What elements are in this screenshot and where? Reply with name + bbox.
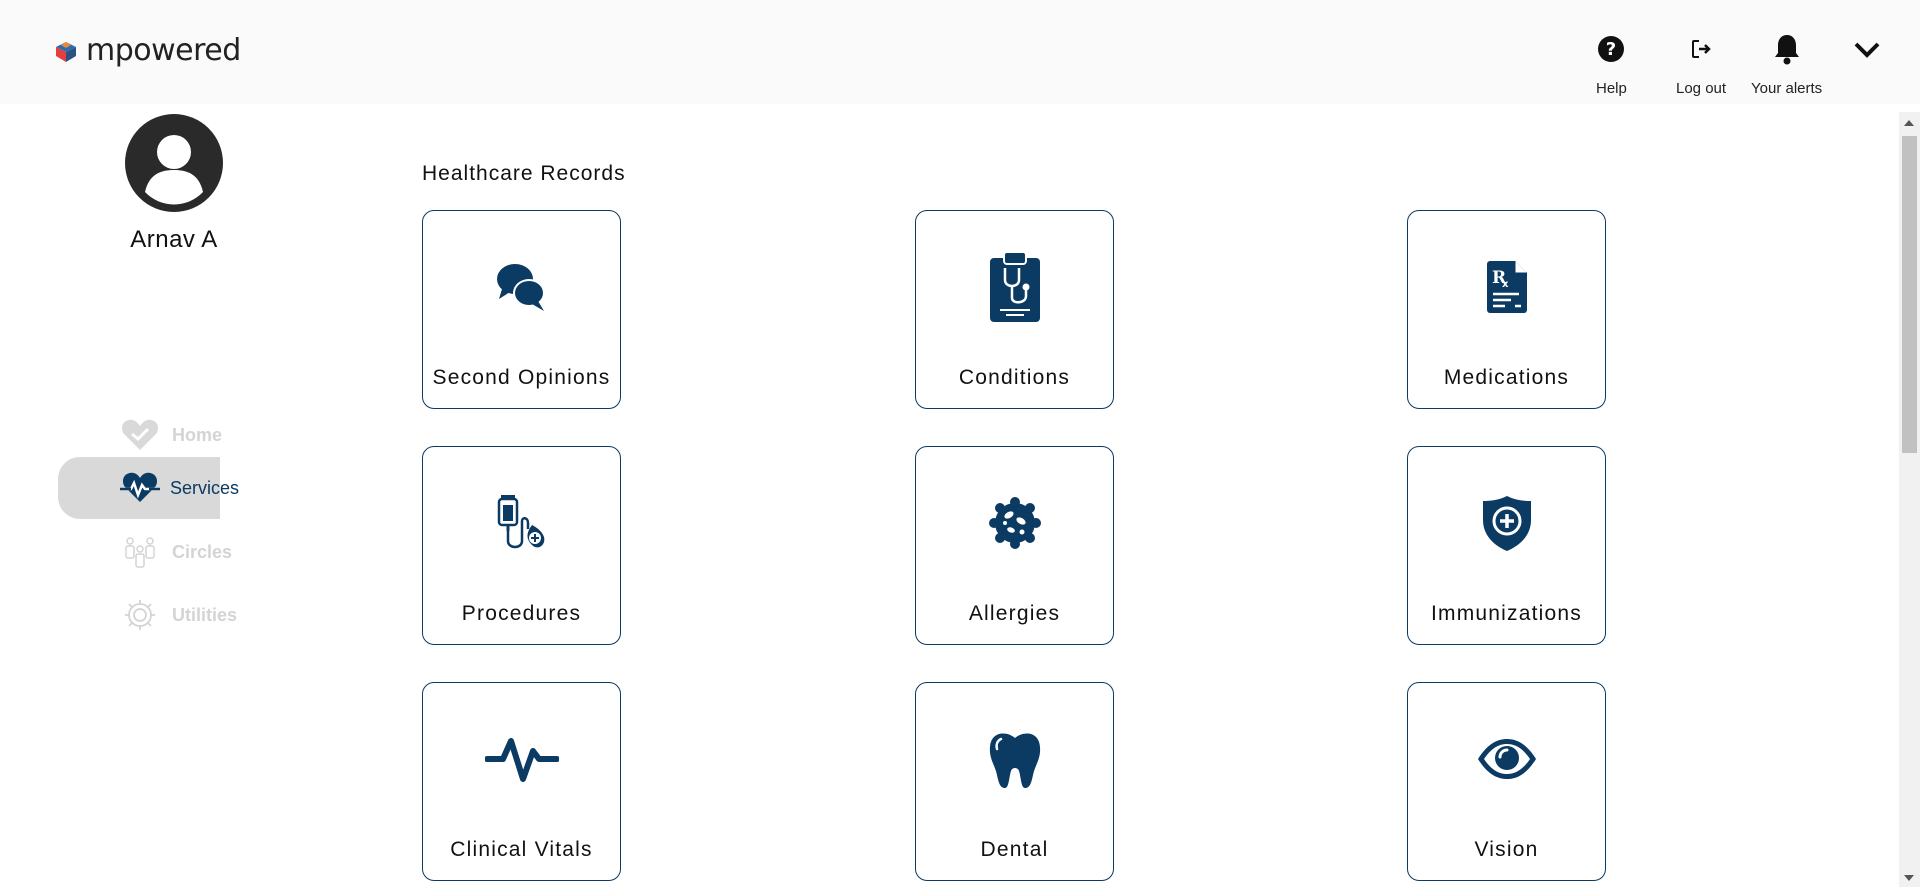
card-medications[interactable]: R x Medications <box>1407 210 1606 409</box>
card-dental[interactable]: Dental <box>915 682 1114 881</box>
card-clinical-vitals[interactable]: Clinical Vitals <box>422 682 621 881</box>
people-icon <box>120 534 160 570</box>
card-label: Dental <box>980 838 1049 861</box>
logout-icon <box>1692 40 1711 58</box>
sidebar-item-utilities[interactable]: Utilities <box>58 584 237 646</box>
card-vision[interactable]: Vision <box>1407 682 1606 881</box>
sidebar-item-services[interactable]: Services <box>58 457 239 519</box>
logout-button[interactable]: Log out <box>1676 34 1726 97</box>
sidebar-item-circles[interactable]: Circles <box>58 521 232 583</box>
help-icon: ? <box>1598 36 1625 62</box>
section-title: Healthcare Records <box>422 162 626 185</box>
card-conditions[interactable]: Conditions <box>915 210 1114 409</box>
eye-icon <box>1408 721 1605 797</box>
help-label: Help <box>1596 80 1627 97</box>
svg-text:?: ? <box>1606 39 1616 60</box>
heart-check-icon <box>120 417 160 453</box>
scrollbar-thumb[interactable] <box>1902 136 1917 453</box>
card-label: Vision <box>1474 838 1539 861</box>
card-label: Medications <box>1443 366 1570 389</box>
brand-name: mpowered <box>86 33 241 68</box>
allergen-icon <box>916 485 1113 561</box>
profile-name: Arnav A <box>130 226 218 253</box>
card-allergies[interactable]: Allergies <box>915 446 1114 645</box>
shield-plus-icon <box>1408 485 1605 561</box>
logout-label: Log out <box>1676 80 1727 97</box>
card-label: Conditions <box>958 366 1071 389</box>
card-label: Clinical Vitals <box>450 838 593 861</box>
svg-text:x: x <box>1502 279 1509 290</box>
alerts-label: Your alerts <box>1751 80 1823 97</box>
scroll-up-arrow-icon[interactable] <box>1904 120 1914 126</box>
scroll-down-arrow-icon[interactable] <box>1904 875 1914 881</box>
top-bar: mpowered ? Help Log out Your alerts <box>0 0 1920 104</box>
chat-bubbles-icon <box>423 249 620 325</box>
card-second-opinions[interactable]: Second Opinions <box>422 210 621 409</box>
vertical-scrollbar[interactable] <box>1899 112 1920 887</box>
alerts-button[interactable]: Your alerts <box>1751 34 1822 97</box>
card-label: Procedures <box>461 602 582 625</box>
heart-pulse-icon <box>120 470 160 506</box>
card-procedures[interactable]: Procedures <box>422 446 621 645</box>
help-button[interactable]: ? Help <box>1596 34 1627 97</box>
heartbeat-icon <box>423 721 620 797</box>
clipboard-stethoscope-icon <box>916 249 1113 325</box>
tooth-icon <box>916 721 1113 797</box>
card-label: Allergies <box>968 602 1061 625</box>
avatar <box>125 114 223 212</box>
sidebar-item-label: Services <box>170 477 240 498</box>
card-label: Immunizations <box>1431 602 1582 625</box>
gear-icon <box>120 597 160 633</box>
chevron-down-icon[interactable] <box>1852 38 1882 62</box>
card-label: Second Opinions <box>432 366 611 389</box>
profile-avatar[interactable] <box>125 114 223 212</box>
brand-logo[interactable]: mpowered <box>52 33 241 68</box>
sidebar-item-label: Utilities <box>172 604 238 625</box>
card-immunizations[interactable]: Immunizations <box>1407 446 1606 645</box>
sidebar-item-label: Circles <box>172 541 233 562</box>
logo-mark-icon <box>56 41 76 62</box>
sidebar-item-label: Home <box>172 424 223 445</box>
prescription-icon: R x <box>1408 249 1605 325</box>
bell-icon <box>1774 35 1799 65</box>
iv-drip-icon <box>423 485 620 561</box>
